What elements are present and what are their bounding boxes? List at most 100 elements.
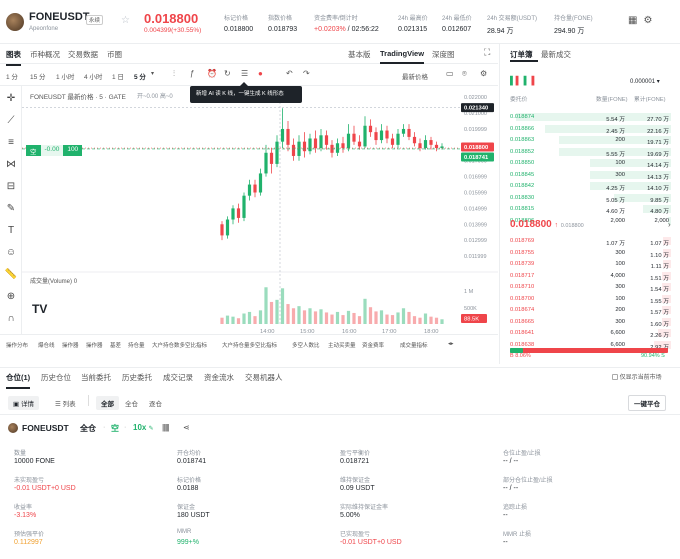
interval-5m[interactable]: 5 分 [134, 71, 146, 81]
parallel-lines-icon[interactable]: ≡ [4, 136, 18, 150]
zoom-icon[interactable]: ⊕ [4, 290, 18, 304]
tab-positions[interactable]: 仓位(1) [6, 372, 31, 389]
precision-select[interactable]: 0.000001 ▾ [630, 78, 660, 85]
ask-row[interactable]: 0.018739 100 1.11 万 [500, 259, 680, 270]
indicator-item[interactable]: 操作器 [62, 341, 79, 349]
settings-icon[interactable]: ⚙ [643, 15, 658, 26]
view-list-button[interactable]: ☰ 列表 [50, 396, 81, 410]
share-icon[interactable]: ⋖ [183, 423, 190, 432]
tab-trade-history[interactable]: 成交记录 [163, 372, 193, 383]
bid-row[interactable]: 0.018866 2.45 万 22.16 万 [500, 124, 680, 135]
tab-depth[interactable]: 深度图 [432, 49, 455, 60]
filter-all[interactable]: 全部 [96, 396, 119, 410]
position-line-tag[interactable]: 空 -0.00 100 [26, 145, 83, 156]
chevron-down-icon[interactable]: ▾ [151, 70, 154, 77]
bid-row[interactable]: 0.018830 5.05 万 9.85 万 [500, 193, 680, 204]
indicator-item[interactable]: 持仓量 [128, 341, 145, 349]
position-symbol[interactable]: FONEUSDT [22, 423, 69, 433]
indicator-item[interactable]: 爆仓线 [38, 341, 55, 349]
bid-row[interactable]: 0.018874 5.54 万 27.70 万 [500, 112, 680, 123]
tab-coin-circle[interactable]: 币圈 [107, 49, 122, 60]
interval-1d[interactable]: 1 日 [112, 71, 124, 81]
filter-cross[interactable]: 全仓 [120, 396, 143, 410]
indicator-item[interactable]: 大户持仓数多空比指标 [152, 341, 207, 349]
tab-recent-trades[interactable]: 最新成交 [541, 49, 571, 60]
bid-row[interactable]: 0.018863 200 19.71 万 [500, 135, 680, 146]
brush-icon[interactable]: ✎ [4, 202, 18, 216]
chart-settings-icon[interactable]: ⚙ [480, 69, 487, 78]
record-icon[interactable]: ● [258, 69, 263, 78]
indicator-scroll-icon[interactable]: ◂▸ [448, 341, 454, 347]
indicator-icon[interactable]: ƒ [190, 69, 194, 78]
indicator-item[interactable]: 大户持仓量多空比指标 [222, 341, 277, 349]
calculator-icon[interactable]: ▦ [628, 15, 643, 26]
ask-row[interactable]: 0.018665 300 1.60 万 [500, 317, 680, 328]
ai-kline-icon[interactable]: ☰ [241, 69, 248, 78]
ask-row[interactable]: 0.018717 4,000 1.51 万 [500, 271, 680, 282]
ask-row[interactable]: 0.018674 200 1.57 万 [500, 305, 680, 316]
indicator-item[interactable]: 操作器 [86, 341, 103, 349]
ask-row[interactable]: 0.018700 100 1.55 万 [500, 294, 680, 305]
tab-trading-bot[interactable]: 交易机器人 [245, 372, 283, 383]
tab-tradingview[interactable]: TradingView [380, 49, 425, 64]
tab-trade-data[interactable]: 交易数据 [68, 49, 98, 60]
indicator-item[interactable]: 主动买卖量 [328, 341, 356, 349]
symbol-name[interactable]: FONEUSDT [29, 11, 90, 23]
interval-15m[interactable]: 15 分 [30, 71, 46, 81]
indicator-item[interactable]: 多空人数比 [292, 341, 320, 349]
tab-coin-info[interactable]: 币种概况 [30, 49, 60, 60]
interval-4h[interactable]: 4 小时 [84, 71, 102, 81]
ask-row[interactable]: 0.018769 1.07 万 1.07 万 [500, 236, 680, 247]
bid-row[interactable]: 0.018850 100 14.14 万 [500, 158, 680, 169]
position-leverage[interactable]: 10x ✎ [133, 423, 154, 432]
emoji-icon[interactable]: ☺ [4, 246, 18, 260]
price-mode-select[interactable]: 最新价格 [402, 71, 428, 81]
alert-icon[interactable]: ⏰ [207, 69, 217, 78]
chevron-right-icon[interactable]: › [668, 220, 671, 229]
tab-chart[interactable]: 图表 [6, 49, 21, 66]
expand-icon[interactable]: ⛶ [484, 47, 490, 58]
candlestick-chart[interactable]: 0.0220000.0210000.0199990.0189990.017999… [22, 86, 498, 335]
order-price: 0.018769 [510, 238, 535, 244]
ask-row[interactable]: 0.018755 300 1.10 万 [500, 248, 680, 259]
tab-basic[interactable]: 基本版 [348, 49, 371, 60]
text-icon[interactable]: T [4, 224, 18, 238]
ruler-icon[interactable]: 📏 [4, 268, 18, 282]
fib-icon[interactable]: ⊟ [4, 180, 18, 194]
bid-row[interactable]: 0.018842 4.25 万 14.10 万 [500, 181, 680, 192]
indicator-item[interactable]: 操作分布 [6, 341, 28, 349]
pattern-icon[interactable]: ⋈ [4, 158, 18, 172]
book-view-icons[interactable]: ▌▌ ▌ ▌ [510, 76, 537, 85]
favorite-star-icon[interactable]: ☆ [121, 15, 130, 26]
interval-1m[interactable]: 1 分 [6, 71, 18, 81]
price-chart[interactable]: 0.0220000.0210000.0199990.0189990.017999… [22, 86, 498, 335]
redo-icon[interactable]: ↷ [303, 69, 310, 78]
tab-orderbook[interactable]: 订单簿 [510, 49, 533, 60]
tab-order-history[interactable]: 历史委托 [122, 372, 152, 383]
bid-row[interactable]: 0.018815 4.60 万 4.80 万 [500, 204, 680, 215]
crosshair-icon[interactable]: ✛ [4, 92, 18, 106]
trendline-icon[interactable]: ⟋ [4, 114, 18, 128]
ask-row[interactable]: 0.018641 6,600 2.26 万 [500, 328, 680, 339]
ask-row[interactable]: 0.018710 300 1.54 万 [500, 282, 680, 293]
tab-position-history[interactable]: 历史仓位 [41, 372, 71, 383]
view-detail-button[interactable]: ▣ 详情 [8, 396, 39, 410]
indicator-item[interactable]: 资金费率 [362, 341, 384, 349]
filter-isolated[interactable]: 逐仓 [144, 396, 167, 410]
close-all-button[interactable]: 一键平仓 [628, 395, 666, 411]
candle-type-icon[interactable]: ⫶ [173, 69, 175, 79]
tab-open-orders[interactable]: 当前委托 [81, 372, 111, 383]
magnet-icon[interactable]: ∩ [4, 312, 18, 326]
bid-row[interactable]: 0.018845 300 14.13 万 [500, 170, 680, 181]
only-current-market-toggle[interactable]: 仅显示当前市场 [612, 372, 662, 381]
bid-row[interactable]: 0.018852 5.55 万 19.69 万 [500, 147, 680, 158]
indicator-item[interactable]: 成交量指标 [400, 341, 428, 349]
replay-icon[interactable]: ↻ [224, 69, 231, 78]
camera-icon[interactable]: ⌾ [462, 69, 467, 79]
candle-body [374, 132, 378, 141]
undo-icon[interactable]: ↶ [286, 69, 293, 78]
interval-1h[interactable]: 1 小时 [56, 71, 74, 81]
indicator-item[interactable]: 基差 [110, 341, 121, 349]
layout-icon[interactable]: ▭ [446, 69, 454, 78]
tab-fund-flow[interactable]: 资金流水 [204, 372, 234, 383]
